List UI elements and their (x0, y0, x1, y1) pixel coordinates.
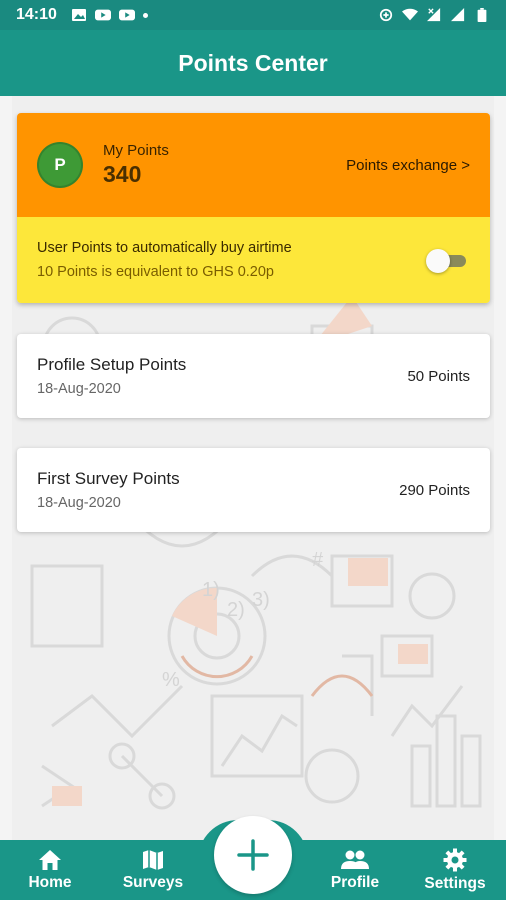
youtube-icon (94, 9, 111, 21)
history-item-title: Profile Setup Points (37, 355, 187, 374)
map-icon (143, 849, 163, 870)
svg-text:#: # (312, 549, 324, 571)
nav-label-surveys: Surveys (122, 873, 184, 891)
points-summary: P My Points 340 Points exchange > (17, 113, 490, 217)
status-bar: 14:10 (0, 0, 506, 30)
toggle-thumb (426, 249, 450, 273)
history-item-title: First Survey Points (37, 469, 180, 488)
auto-buy-rate: 10 Points is equivalent to GHS 0.20p (37, 264, 274, 280)
nav-item-settings[interactable]: Settings (420, 840, 490, 900)
points-exchange-link[interactable]: Points exchange > (346, 157, 470, 174)
nav-item-surveys[interactable]: Surveys (118, 840, 188, 900)
signal-icon (451, 8, 465, 22)
history-item-profile-setup: Profile Setup Points 18-Aug-2020 50 Poin… (17, 334, 490, 418)
history-item-first-survey: First Survey Points 18-Aug-2020 290 Poin… (17, 448, 490, 532)
history-item-date: 18-Aug-2020 (37, 381, 121, 397)
home-icon (39, 849, 61, 870)
svg-text:%: % (162, 669, 180, 691)
plus-icon (237, 839, 269, 871)
svg-text:3): 3) (252, 589, 270, 611)
auto-buy-title: User Points to automatically buy airtime (37, 240, 292, 256)
my-points-value: 340 (103, 161, 142, 187)
status-time: 14:10 (16, 6, 57, 23)
nav-label-settings: Settings (424, 874, 486, 892)
page-title: Points Center (178, 49, 328, 76)
wifi-icon (402, 8, 418, 21)
history-item-amount: 290 Points (399, 481, 470, 499)
auto-buy-section: User Points to automatically buy airtime… (17, 217, 490, 303)
image-icon (71, 9, 86, 21)
my-points-label: My Points (103, 142, 169, 159)
points-card: P My Points 340 Points exchange > User P… (17, 113, 490, 303)
people-icon (341, 850, 369, 869)
svg-text:2): 2) (227, 599, 245, 621)
auto-buy-toggle[interactable] (426, 249, 470, 273)
nav-label-profile: Profile (330, 873, 380, 891)
nav-label-home: Home (28, 873, 72, 891)
add-button[interactable] (214, 816, 292, 894)
nav-item-profile[interactable]: Profile (326, 840, 384, 900)
battery-icon (477, 8, 487, 22)
svg-text:1): 1) (202, 579, 220, 601)
data-saver-icon (379, 8, 393, 22)
youtube-icon (118, 9, 135, 21)
history-item-date: 18-Aug-2020 (37, 495, 121, 511)
app-bar: Points Center (0, 30, 506, 96)
dot-icon (142, 12, 148, 18)
avatar: P (37, 142, 83, 188)
nav-item-home[interactable]: Home (22, 840, 78, 900)
history-item-amount: 50 Points (407, 367, 470, 385)
signal-no-data-icon (427, 8, 441, 22)
gear-icon (443, 848, 467, 871)
